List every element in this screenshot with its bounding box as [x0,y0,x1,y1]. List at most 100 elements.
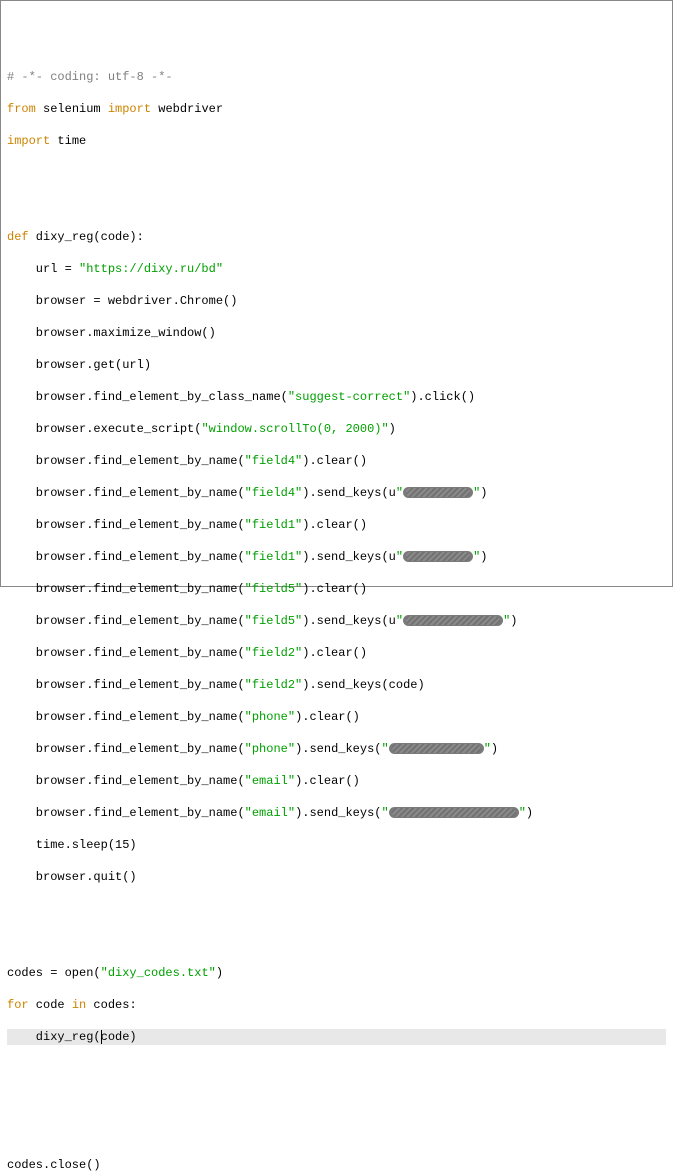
string: "field1" [245,550,303,564]
code-line: browser.find_element_by_name("field5").s… [7,613,666,629]
identifier: ) [480,550,487,564]
code-line: browser.find_element_by_name("phone").se… [7,741,666,757]
string: "email" [245,774,295,788]
string: "field1" [245,518,303,532]
identifier: codes = open( [7,966,101,980]
identifier: ).send_keys( [295,806,381,820]
identifier: ) [480,486,487,500]
identifier: ) [526,806,533,820]
keyword: import [7,134,50,148]
code-line: browser.find_element_by_name("email").se… [7,805,666,821]
blank-line [7,165,666,181]
code-line: codes = open("dixy_codes.txt") [7,965,666,981]
redacted-text [389,807,519,818]
code-line: for code in codes: [7,997,666,1013]
string: "dixy_codes.txt" [101,966,216,980]
code-line: time.sleep(15) [7,837,666,853]
blank-line [7,1125,666,1141]
code-line: codes.close() [7,1157,666,1173]
code-line: browser.execute_script("window.scrollTo(… [7,421,666,437]
identifier: browser.find_element_by_name( [7,806,245,820]
identifier: ).send_keys( [295,742,381,756]
identifier: codes: [86,998,136,1012]
string: "field5" [245,582,303,596]
code-line: import time [7,133,666,149]
code-line: browser.find_element_by_name("field1").c… [7,517,666,533]
identifier: browser.find_element_by_name( [7,454,245,468]
identifier: ) [389,422,396,436]
keyword: def [7,230,29,244]
code-line: url = "https://dixy.ru/bd" [7,261,666,277]
identifier: browser.find_element_by_name( [7,710,245,724]
identifier: code [29,998,72,1012]
string: " [381,742,388,756]
identifier: browser.find_element_by_name( [7,646,245,660]
code-line: browser.find_element_by_name("field4").s… [7,485,666,501]
blank-line [7,1061,666,1077]
code-line: # -*- coding: utf-8 -*- [7,69,666,85]
string: " [519,806,526,820]
redacted-text [389,743,484,754]
identifier: browser.find_element_by_name( [7,742,245,756]
string: " [484,742,491,756]
code-line: browser.get(url) [7,357,666,373]
identifier: dixy_reg(code) [7,1030,137,1044]
identifier: selenium [36,102,108,116]
string: " [503,614,510,628]
string: " [396,486,403,500]
string: " [381,806,388,820]
string: "email" [245,806,295,820]
string: "field2" [245,646,303,660]
string: "field2" [245,678,303,692]
code-line: browser.find_element_by_name("field2").c… [7,645,666,661]
identifier: browser.maximize_window() [7,326,216,340]
keyword: import [108,102,151,116]
identifier: browser.find_element_by_name( [7,486,245,500]
string: " [396,550,403,564]
identifier: browser.quit() [7,870,137,884]
code-line: browser.quit() [7,869,666,885]
identifier: url = [7,262,79,276]
string: "phone" [245,742,295,756]
keyword: from [7,102,36,116]
string: "window.scrollTo(0, 2000)" [201,422,388,436]
identifier: ).send_keys(u [302,614,396,628]
string: "suggest-correct" [288,390,410,404]
code-line: browser.find_element_by_name("field2").s… [7,677,666,693]
identifier: browser.find_element_by_name( [7,518,245,532]
blank-line [7,1093,666,1109]
identifier: browser.get(url) [7,358,151,372]
text-cursor [101,1030,102,1044]
code-line: browser.find_element_by_name("field1").s… [7,549,666,565]
code-line: browser.find_element_by_name("phone").cl… [7,709,666,725]
keyword: in [72,998,86,1012]
identifier: ).send_keys(u [302,550,396,564]
comment: # -*- coding: utf-8 -*- [7,70,173,84]
blank-line [7,901,666,917]
identifier: ) [510,614,517,628]
string: "field4" [245,454,303,468]
identifier: webdriver [151,102,223,116]
redacted-text [403,487,473,498]
keyword: for [7,998,29,1012]
redacted-text [403,615,503,626]
redacted-text [403,551,473,562]
code-line: browser.find_element_by_name("field4").c… [7,453,666,469]
code-line: def dixy_reg(code): [7,229,666,245]
identifier: ).send_keys(code) [302,678,424,692]
identifier: time.sleep(15) [7,838,137,852]
string: "https://dixy.ru/bd" [79,262,223,276]
code-line: browser.maximize_window() [7,325,666,341]
identifier: browser.find_element_by_class_name( [7,390,288,404]
identifier: browser = webdriver.Chrome() [7,294,237,308]
string: " [396,614,403,628]
identifier: ).clear() [302,582,367,596]
blank-line [7,933,666,949]
code-line-active[interactable]: dixy_reg(code) [7,1029,666,1045]
identifier: dixy_reg(code): [29,230,144,244]
identifier: codes.close() [7,1158,101,1172]
identifier: ).clear() [302,646,367,660]
identifier: browser.find_element_by_name( [7,582,245,596]
identifier: browser.execute_script( [7,422,201,436]
code-line: browser = webdriver.Chrome() [7,293,666,309]
